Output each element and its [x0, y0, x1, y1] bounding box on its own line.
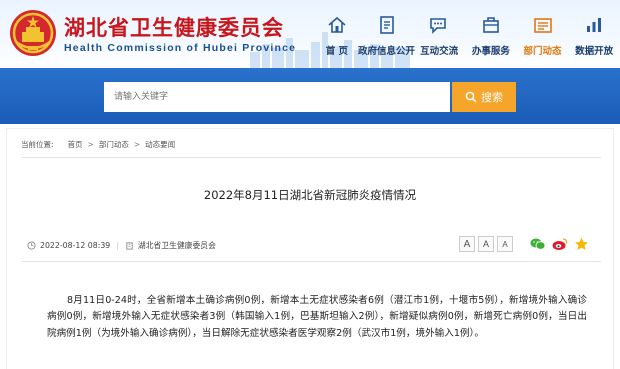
national-emblem-logo [10, 10, 56, 56]
favorite-button[interactable] [574, 237, 589, 251]
breadcrumb-item-home[interactable]: 首页 [68, 139, 83, 150]
nav-item-dept-news[interactable]: 部门动态 [517, 0, 569, 68]
nav-item-interaction[interactable]: 互动交流 [413, 0, 465, 68]
font-size-small-label: A [502, 239, 508, 249]
weibo-share-button[interactable] [552, 237, 568, 251]
nav-item-gov-info[interactable]: 政府信息公开 [358, 0, 415, 68]
breadcrumb-prefix: 当前位置: [21, 140, 54, 149]
breadcrumb-separator: > [133, 140, 141, 149]
search-icon [465, 91, 477, 103]
search-button-label: 搜索 [481, 91, 503, 104]
weibo-icon [552, 238, 568, 250]
site-header: 湖北省卫生健康委员会 Health Commission of Hubei Pr… [0, 0, 620, 68]
font-size-medium-label: A [482, 239, 489, 249]
nav-item-home[interactable]: 首 页 [314, 0, 360, 68]
article-title: 2022年8月11日湖北省新冠肺炎疫情情况 [203, 188, 417, 202]
article-tools: A A A [459, 235, 595, 253]
search-button[interactable]: 搜索 [452, 82, 516, 112]
font-size-medium-button[interactable]: A [478, 236, 494, 252]
news-icon [533, 18, 552, 33]
divider [21, 261, 601, 262]
nav-item-services[interactable]: 办事服务 [465, 0, 517, 68]
font-size-large-button[interactable]: A [459, 236, 475, 252]
wechat-icon [530, 238, 546, 250]
article-meta: 2022-08-12 08:39 | 湖北省卫生健康委员会 [27, 235, 216, 255]
main-content: 当前位置: 首页 > 部门动态 > 动态要闻 2022年8月11日湖北省新冠肺炎… [0, 124, 620, 369]
divider [21, 157, 601, 158]
share-bar [530, 237, 595, 251]
meta-separator: | [116, 240, 119, 250]
site-title: 湖北省卫生健康委员会 [64, 16, 284, 40]
search-band: 搜索 [0, 68, 620, 124]
article-body: 8月11日0-24时，全省新增本土确诊病例0例，新增本土无症状感染者6例（潜江市… [47, 295, 587, 339]
breadcrumb-item-highlights[interactable]: 动态要闻 [145, 139, 175, 150]
building-icon [126, 241, 133, 250]
search-input[interactable] [104, 82, 450, 112]
article-card: 当前位置: 首页 > 部门动态 > 动态要闻 2022年8月11日湖北省新冠肺炎… [6, 128, 614, 369]
font-size-large-label: A [463, 238, 471, 250]
breadcrumb-item-dept-news[interactable]: 部门动态 [99, 139, 129, 150]
article-source: 湖北省卫生健康委员会 [137, 240, 216, 250]
site-subtitle: Health Commission of Hubei Province [64, 42, 297, 54]
wechat-share-button[interactable] [530, 237, 546, 251]
font-size-small-button[interactable]: A [497, 236, 513, 252]
breadcrumb: 当前位置: 首页 > 部门动态 > 动态要闻 [21, 139, 175, 150]
data-icon [587, 18, 602, 32]
main-nav: 首 页 政府信息公开 互动交流 办事服务 部门动态 数据开放 [310, 0, 620, 68]
home-icon [328, 16, 346, 33]
nav-item-open-data[interactable]: 数据开放 [568, 0, 620, 68]
document-icon [379, 16, 394, 34]
nav-label-open-data: 数据开放 [575, 46, 614, 57]
chat-icon [430, 18, 446, 34]
clock-icon [27, 240, 36, 250]
service-icon [483, 17, 499, 33]
favorite-star-icon [575, 237, 588, 250]
breadcrumb-separator: > [87, 140, 94, 149]
publish-date: 2022-08-12 08:39 [40, 240, 111, 250]
